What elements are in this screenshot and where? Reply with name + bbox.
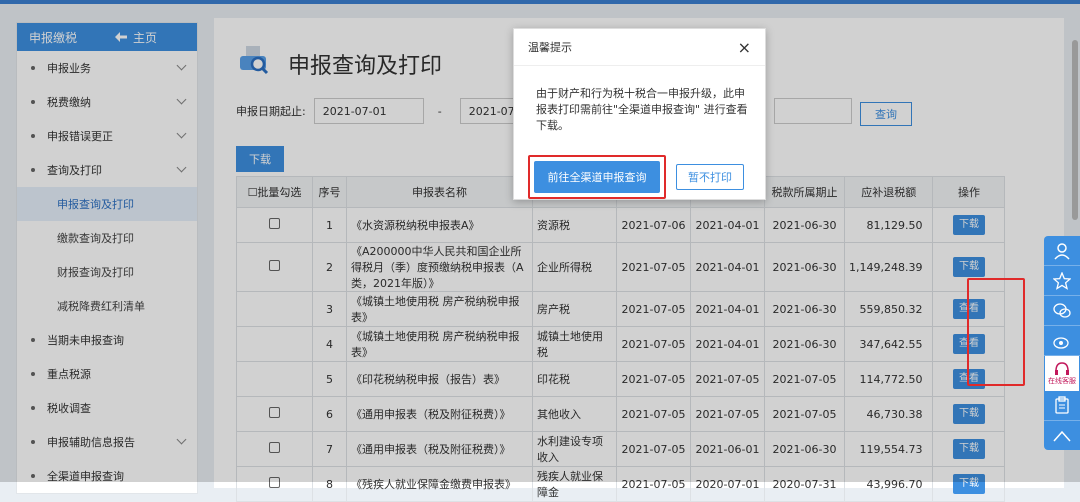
back-to-top-button[interactable] [1044,421,1080,450]
service-label: 在线客服 [1048,376,1076,385]
headset-icon [1055,361,1069,375]
star-icon [1053,271,1071,290]
floating-toolbar: 在线客服 [1044,236,1080,450]
dialog-message: 由于财产和行为税十税合一申报升级，此申报表打印需前往"全渠道申报查询" 进行查看… [536,87,748,132]
user-icon [1054,242,1070,260]
chat-bubble-icon [1053,302,1071,318]
dialog-footer: 前往全渠道申报查询 暂不打印 [528,155,744,199]
notice-dialog: 温馨提示 × 由于财产和行为税十税合一申报升级，此申报表打印需前往"全渠道申报查… [513,28,766,200]
highlight-view-buttons [967,278,1025,386]
online-service-button[interactable]: 在线客服 [1045,356,1079,391]
wechat-button[interactable] [1044,296,1080,327]
chevron-up-icon [1053,430,1071,441]
clipboard-button[interactable] [1044,391,1080,421]
user-icon-button[interactable] [1044,236,1080,267]
dialog-title: 温馨提示 [528,41,572,54]
skip-print-button[interactable]: 暂不打印 [676,164,744,190]
dialog-header: 温馨提示 × [514,29,765,66]
favorite-button[interactable] [1044,266,1080,297]
primary-highlight: 前往全渠道申报查询 [528,155,666,199]
weibo-button[interactable] [1044,326,1080,357]
close-icon[interactable]: × [738,38,751,57]
go-to-all-channel-query-button[interactable]: 前往全渠道申报查询 [534,161,660,193]
weibo-icon [1053,336,1069,349]
clipboard-icon [1055,396,1069,415]
